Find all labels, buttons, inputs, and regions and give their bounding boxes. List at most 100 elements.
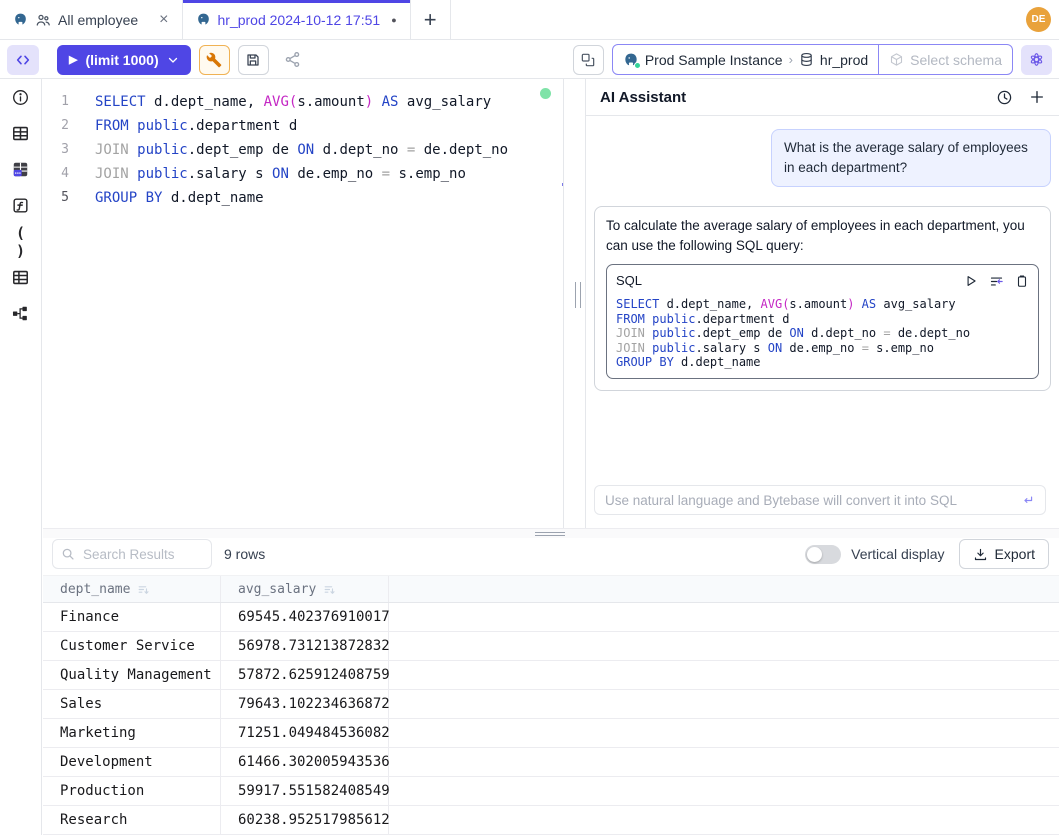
table-cell: Research: [43, 806, 221, 834]
table-row[interactable]: Marketing71251.049484536082: [43, 719, 1059, 748]
function-icon: [11, 196, 30, 215]
sort-icon[interactable]: [137, 583, 150, 596]
table-cell: 60238.952517985612: [221, 806, 389, 834]
format-sql-button[interactable]: [199, 45, 230, 75]
export-button[interactable]: Export: [959, 539, 1049, 569]
user-message: What is the average salary of employees …: [771, 129, 1051, 187]
sql-editor[interactable]: 12345 SELECT d.dept_name, AVG(s.amount) …: [43, 79, 563, 528]
sort-icon[interactable]: [323, 583, 336, 596]
share-button[interactable]: [277, 45, 308, 75]
search-results-input[interactable]: [52, 539, 212, 569]
schema-diagram-icon: [11, 304, 30, 323]
code-icon: [15, 52, 31, 68]
vertical-display-toggle[interactable]: [805, 545, 841, 564]
postgres-icon: [623, 52, 639, 68]
table-cell-empty: [389, 661, 1059, 689]
download-icon: [973, 547, 988, 562]
code-panel-button[interactable]: [7, 45, 39, 75]
table-row[interactable]: Production59917.551582408549: [43, 777, 1059, 806]
new-tab-button[interactable]: +: [411, 0, 451, 39]
table-row[interactable]: Quality Management57872.625912408759: [43, 661, 1059, 690]
ai-assistant-button[interactable]: [1021, 45, 1052, 75]
close-icon[interactable]: ×: [159, 12, 168, 28]
tab-label: All employee: [58, 12, 138, 28]
sidebar-tables-button[interactable]: [8, 122, 34, 145]
table-cell: Quality Management: [43, 661, 221, 689]
ai-prompt-input[interactable]: [605, 493, 1020, 508]
avatar[interactable]: DE: [1026, 7, 1051, 32]
postgres-icon: [196, 12, 211, 27]
sidebar-schema-diagram-button[interactable]: [8, 302, 34, 325]
tab-all-employee[interactable]: All employee ×: [0, 0, 183, 39]
results-controls: 9 rows Vertical display Export: [43, 538, 1059, 570]
table-cell-empty: [389, 719, 1059, 747]
breadcrumb-chevron-icon: ›: [789, 52, 793, 67]
ai-panel-header: AI Assistant: [586, 79, 1059, 116]
table-cell: Finance: [43, 603, 221, 631]
splitter-handle[interactable]: [535, 532, 565, 536]
table-cell-empty: [389, 777, 1059, 805]
left-sidebar: ( ): [0, 79, 42, 835]
table-cell: 79643.102234636872: [221, 690, 389, 718]
editor-toolbar: ▶ (limit 1000): [0, 41, 1059, 79]
table-body: Finance69545.402376910017Customer Servic…: [43, 603, 1059, 835]
ai-panel-title: AI Assistant: [600, 89, 686, 106]
sidebar-sheets-button[interactable]: [8, 266, 34, 289]
column-header-dept-name[interactable]: dept_name: [43, 576, 221, 602]
chat-area: What is the average salary of employees …: [586, 116, 1059, 391]
database-selector[interactable]: Prod Sample Instance › hr_prod: [613, 45, 878, 74]
ai-input-container: [594, 485, 1046, 515]
sql-code[interactable]: SELECT d.dept_name, AVG(s.amount) AS avg…: [95, 90, 508, 528]
table-cell: 61466.302005943536: [221, 748, 389, 776]
chevron-down-icon: [167, 54, 179, 66]
table-row[interactable]: Customer Service56978.731213872832: [43, 632, 1059, 661]
table-row[interactable]: Finance69545.402376910017: [43, 603, 1059, 632]
run-sql-button[interactable]: [964, 274, 978, 288]
info-icon: [11, 88, 30, 107]
share-icon: [284, 51, 301, 68]
sidebar-parameters-button[interactable]: ( ): [8, 230, 34, 253]
sidebar-functions-button[interactable]: [8, 194, 34, 217]
results-table: dept_name avg_salary Finance69545.402376…: [43, 575, 1059, 835]
schema-cube-icon: [889, 52, 904, 67]
code-card-label: SQL: [616, 271, 642, 291]
vertical-splitter[interactable]: [563, 79, 585, 528]
play-icon: ▶: [69, 53, 77, 66]
sidebar-sample-data-button[interactable]: [8, 158, 34, 181]
splitter-handle[interactable]: [575, 282, 581, 308]
table-cell: Sales: [43, 690, 221, 718]
save-icon: [245, 52, 261, 68]
table-cell: Production: [43, 777, 221, 805]
tab-label: hr_prod 2024-10-12 17:51: [218, 12, 381, 28]
table-row[interactable]: Development61466.302005943536: [43, 748, 1059, 777]
schema-selector[interactable]: Select schema: [878, 45, 1012, 74]
play-outline-icon: [964, 274, 978, 288]
enter-key-icon: [1020, 493, 1035, 508]
new-chat-button[interactable]: [1029, 89, 1045, 105]
tab-hr-prod[interactable]: hr_prod 2024-10-12 17:51 ●: [183, 0, 411, 39]
table-row[interactable]: Research60238.952517985612: [43, 806, 1059, 835]
horizontal-splitter[interactable]: [43, 528, 1059, 538]
history-button[interactable]: [996, 89, 1013, 106]
batch-query-button[interactable]: [573, 45, 604, 75]
parentheses-icon: ( ): [8, 224, 34, 260]
unsaved-dot-icon: ●: [391, 15, 396, 25]
table-cell-empty: [389, 748, 1059, 776]
table-cell: 71251.049484536082: [221, 719, 389, 747]
column-header-avg-salary[interactable]: avg_salary: [221, 576, 389, 602]
sidebar-info-button[interactable]: [8, 86, 34, 109]
sql-code-block: SELECT d.dept_name, AVG(s.amount) AS avg…: [616, 297, 1029, 370]
column-header-empty: [389, 576, 1059, 602]
table-row[interactable]: Sales79643.102234636872: [43, 690, 1059, 719]
run-query-button[interactable]: ▶ (limit 1000): [57, 45, 191, 75]
active-tab-indicator: [183, 0, 410, 3]
table-cell: 57872.625912408759: [221, 661, 389, 689]
sheet-group-icon: [35, 12, 51, 28]
connection-selector: Prod Sample Instance › hr_prod Select sc…: [612, 44, 1013, 75]
save-sheet-button[interactable]: [238, 45, 269, 75]
copy-sql-button[interactable]: [1015, 274, 1029, 288]
insert-into-editor-button[interactable]: [989, 274, 1004, 289]
results-panel: 9 rows Vertical display Export dept_name: [43, 538, 1059, 835]
table-header: dept_name avg_salary: [43, 575, 1059, 603]
clock-icon: [996, 89, 1013, 106]
